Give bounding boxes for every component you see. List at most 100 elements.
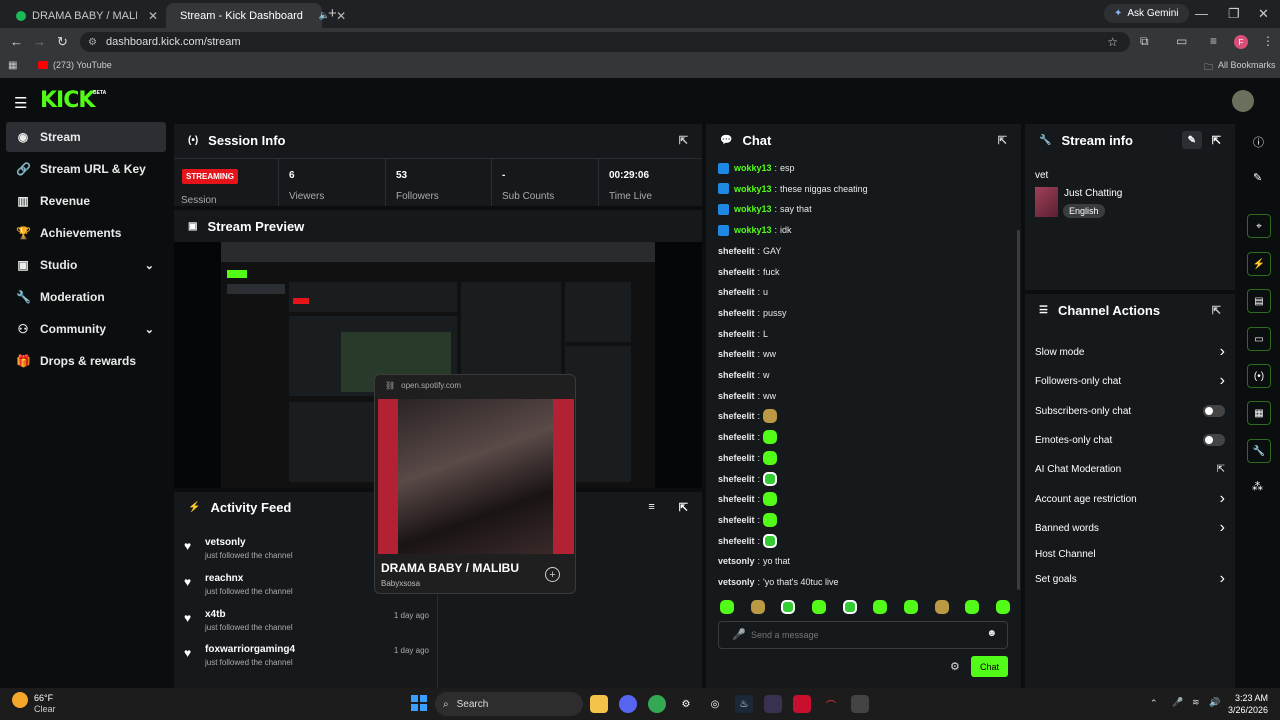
emote-icon[interactable] bbox=[842, 600, 857, 614]
emote-icon[interactable] bbox=[934, 600, 949, 614]
rail-button-wrench[interactable]: 🔧 bbox=[1247, 439, 1271, 463]
chat-username[interactable]: shefeelit bbox=[718, 494, 755, 504]
emote-icon[interactable] bbox=[720, 600, 734, 614]
chat-input-box[interactable]: 🎤 ☻ bbox=[718, 621, 1008, 649]
tab-spotify[interactable]: DRAMA BABY / MALIBU • B ✕ bbox=[8, 3, 166, 28]
chat-username[interactable]: shefeelit bbox=[718, 453, 755, 463]
chat-username[interactable]: shefeelit bbox=[718, 246, 755, 256]
bookmark-star-icon[interactable]: ☆ bbox=[1107, 35, 1118, 49]
settings-gear-icon[interactable]: ⚙ bbox=[677, 695, 695, 713]
weather-icon[interactable] bbox=[12, 692, 28, 708]
popout-icon[interactable]: ⇱ bbox=[1212, 304, 1221, 317]
spotify-media-popup[interactable]: ⛓ open.spotify.com DRAMA BABY / MALIBU Ba… bbox=[374, 374, 576, 594]
emote-icon[interactable] bbox=[763, 409, 778, 424]
bookmark-youtube[interactable]: (273) YouTube bbox=[38, 60, 112, 70]
activity-user[interactable]: foxwarriorgaming4 bbox=[205, 644, 295, 655]
rail-button-bolt[interactable]: ⚡ bbox=[1247, 252, 1271, 276]
chat-username[interactable]: shefeelit bbox=[718, 349, 755, 359]
channel-action-ai-chat-moderation[interactable]: AI Chat Moderation ⇱ bbox=[1035, 460, 1225, 478]
emote-icon[interactable] bbox=[763, 471, 778, 486]
minimize-button[interactable]: — bbox=[1195, 6, 1208, 21]
chat-username[interactable]: shefeelit bbox=[718, 267, 755, 277]
address-bar[interactable]: ⚙ dashboard.kick.com/stream ☆ bbox=[80, 32, 1130, 52]
shapes-icon[interactable]: ⁂ bbox=[1252, 480, 1263, 493]
chat-username[interactable]: wokky13 bbox=[734, 163, 772, 173]
clock-date[interactable]: 3/26/2026 bbox=[1222, 705, 1268, 715]
apps-grid-icon[interactable]: ▦ bbox=[8, 60, 17, 71]
chat-username[interactable]: shefeelit bbox=[718, 308, 755, 318]
channel-action-set-goals[interactable]: Set goals › bbox=[1035, 570, 1225, 588]
sidebar-item-studio[interactable]: ▣ Studio ⌄ bbox=[6, 250, 166, 280]
sidebar-item-achievements[interactable]: 🏆 Achievements bbox=[6, 218, 166, 248]
app-icon[interactable] bbox=[764, 695, 782, 713]
steam-icon[interactable]: ♨ bbox=[735, 695, 753, 713]
edit-icon[interactable]: ✎ bbox=[1253, 171, 1262, 184]
info-icon[interactable]: ⓘ bbox=[1253, 134, 1264, 150]
microphone-icon[interactable]: 🎤 bbox=[732, 628, 746, 641]
weather-temp[interactable]: 66°F bbox=[34, 693, 53, 703]
toggle-switch[interactable] bbox=[1203, 434, 1225, 446]
channel-action-emotes-only-chat[interactable]: Emotes-only chat bbox=[1035, 431, 1225, 449]
kick-logo[interactable]: KICK bbox=[40, 88, 95, 113]
emote-icon[interactable] bbox=[750, 600, 765, 614]
chat-username[interactable]: shefeelit bbox=[718, 287, 755, 297]
windows-start-icon[interactable] bbox=[411, 695, 427, 711]
sidebar-item-stream[interactable]: ◉ Stream bbox=[6, 122, 166, 152]
emote-icon[interactable] bbox=[995, 600, 1010, 614]
taskbar-search[interactable]: ⌕ Search bbox=[435, 692, 583, 716]
sidebar-item-moderation[interactable]: 🔧 Moderation bbox=[6, 282, 166, 312]
app-red-icon[interactable] bbox=[793, 695, 811, 713]
emote-icon[interactable] bbox=[763, 492, 778, 507]
channel-action-banned-words[interactable]: Banned words › bbox=[1035, 519, 1225, 537]
channel-action-subscribers-only-chat[interactable]: Subscribers-only chat bbox=[1035, 402, 1225, 420]
sidebar-item-stream-url-key[interactable]: 🔗 Stream URL & Key bbox=[6, 154, 166, 184]
filter-icon[interactable]: ≡ bbox=[648, 501, 654, 513]
chat-username[interactable]: wokky13 bbox=[734, 184, 772, 194]
app-terminal-icon[interactable] bbox=[851, 695, 869, 713]
chat-username[interactable]: vetsonly bbox=[718, 556, 755, 566]
send-chat-button[interactable]: Chat bbox=[971, 656, 1008, 677]
chat-settings-icon[interactable]: ⚙ bbox=[950, 660, 960, 673]
chat-username[interactable]: shefeelit bbox=[718, 536, 755, 546]
emote-icon[interactable] bbox=[781, 600, 796, 614]
sidebar-item-revenue[interactable]: ▥ Revenue bbox=[6, 186, 166, 216]
ask-gemini-button[interactable]: ✦ Ask Gemini bbox=[1104, 4, 1189, 23]
chat-username[interactable]: shefeelit bbox=[718, 329, 755, 339]
media-icon[interactable]: ≡ bbox=[1210, 34, 1217, 48]
emote-icon[interactable] bbox=[811, 600, 826, 614]
chat-username[interactable]: shefeelit bbox=[718, 474, 755, 484]
popout-icon[interactable]: ⇱ bbox=[679, 134, 688, 147]
reload-icon[interactable]: ↻ bbox=[57, 34, 68, 50]
channel-action-host-channel[interactable]: Host Channel bbox=[1035, 545, 1225, 563]
site-info-icon[interactable]: ⚙ bbox=[88, 37, 97, 48]
discord-icon[interactable] bbox=[619, 695, 637, 713]
chat-username[interactable]: shefeelit bbox=[718, 411, 755, 421]
chat-username[interactable]: wokky13 bbox=[734, 204, 772, 214]
clock-time[interactable]: 3:23 AM bbox=[1230, 693, 1268, 703]
user-avatar[interactable] bbox=[1232, 90, 1254, 112]
extensions-icon[interactable]: ⧉ bbox=[1140, 34, 1149, 49]
edit-pencil-icon[interactable]: ✎ bbox=[1181, 131, 1202, 149]
activity-user[interactable]: x4tb bbox=[205, 609, 226, 620]
profile-avatar[interactable]: F bbox=[1234, 35, 1248, 49]
chat-username[interactable]: shefeelit bbox=[718, 515, 755, 525]
channel-action-slow-mode[interactable]: Slow mode › bbox=[1035, 343, 1225, 361]
popout-icon[interactable]: ⇱ bbox=[679, 501, 688, 514]
chat-scrollbar[interactable] bbox=[1017, 230, 1020, 590]
new-tab-button[interactable]: + bbox=[328, 5, 337, 22]
emote-icon[interactable] bbox=[763, 430, 778, 445]
close-tab-icon[interactable]: ✕ bbox=[148, 9, 158, 23]
channel-action-account-age-restriction[interactable]: Account age restriction › bbox=[1035, 490, 1225, 508]
toggle-switch[interactable] bbox=[1203, 405, 1225, 417]
emoji-picker-icon[interactable]: ☻ bbox=[986, 628, 997, 639]
channel-action-followers-only-chat[interactable]: Followers-only chat › bbox=[1035, 372, 1225, 390]
emote-icon[interactable] bbox=[763, 512, 778, 527]
close-window-button[interactable]: ✕ bbox=[1258, 6, 1269, 22]
wifi-icon[interactable]: ≋ bbox=[1192, 697, 1200, 708]
volume-icon[interactable]: 🔊 bbox=[1209, 697, 1220, 708]
maximize-button[interactable]: ❐ bbox=[1228, 6, 1240, 22]
emote-icon[interactable] bbox=[763, 533, 778, 548]
popout-icon[interactable]: ⇱ bbox=[998, 134, 1007, 147]
activity-user[interactable]: vetsonly bbox=[205, 537, 246, 548]
cast-icon[interactable]: ▭ bbox=[1176, 34, 1187, 48]
